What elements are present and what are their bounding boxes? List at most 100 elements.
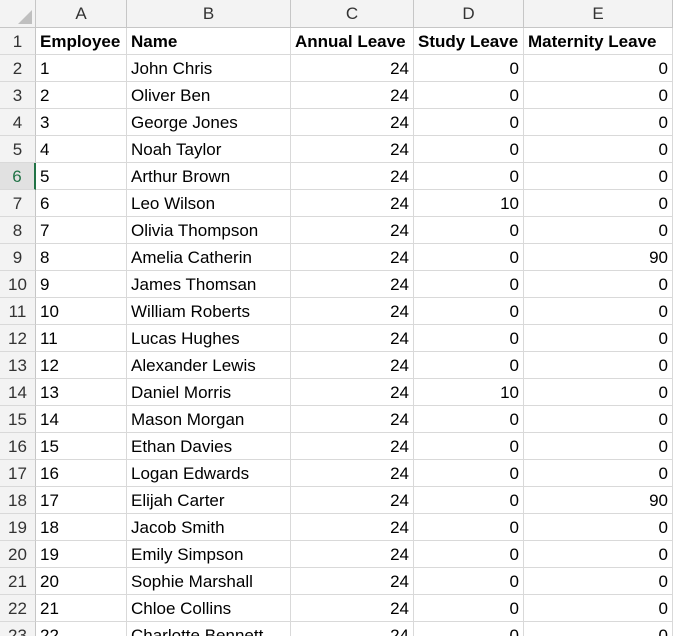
cell-employee[interactable]: 2	[36, 82, 127, 109]
column-header-d[interactable]: D	[414, 0, 524, 28]
row-header[interactable]: 8	[0, 217, 36, 244]
cell-study-leave[interactable]: 0	[414, 244, 524, 271]
cell-maternity-leave[interactable]: 0	[524, 352, 673, 379]
cell-study-leave[interactable]: 0	[414, 514, 524, 541]
cell-maternity-leave[interactable]: 0	[524, 325, 673, 352]
cell-employee[interactable]: 10	[36, 298, 127, 325]
cell-annual-leave[interactable]: 24	[291, 460, 414, 487]
row-header[interactable]: 11	[0, 298, 36, 325]
row-header[interactable]: 18	[0, 487, 36, 514]
cell-study-leave[interactable]: 0	[414, 433, 524, 460]
cell-name[interactable]: Jacob Smith	[127, 514, 291, 541]
row-header[interactable]: 15	[0, 406, 36, 433]
cell-study-leave[interactable]: 10	[414, 379, 524, 406]
cell-name[interactable]: John Chris	[127, 55, 291, 82]
row-header[interactable]: 17	[0, 460, 36, 487]
cell-study-leave[interactable]: 0	[414, 109, 524, 136]
cell-maternity-leave[interactable]: 0	[524, 406, 673, 433]
row-header[interactable]: 6	[0, 163, 36, 190]
header-cell-maternity-leave[interactable]: Maternity Leave	[524, 28, 673, 55]
cell-study-leave[interactable]: 0	[414, 325, 524, 352]
cell-maternity-leave[interactable]: 90	[524, 487, 673, 514]
row-header[interactable]: 16	[0, 433, 36, 460]
cell-employee[interactable]: 11	[36, 325, 127, 352]
select-all-button[interactable]	[0, 0, 36, 28]
cell-employee[interactable]: 1	[36, 55, 127, 82]
row-header[interactable]: 1	[0, 28, 36, 55]
cell-maternity-leave[interactable]: 0	[524, 136, 673, 163]
cell-annual-leave[interactable]: 24	[291, 622, 414, 636]
cell-name[interactable]: Mason Morgan	[127, 406, 291, 433]
cell-name[interactable]: Elijah Carter	[127, 487, 291, 514]
cell-employee[interactable]: 20	[36, 568, 127, 595]
row-header[interactable]: 23	[0, 622, 36, 636]
cell-employee[interactable]: 14	[36, 406, 127, 433]
cell-name[interactable]: Chloe Collins	[127, 595, 291, 622]
row-header[interactable]: 3	[0, 82, 36, 109]
cell-maternity-leave[interactable]: 0	[524, 271, 673, 298]
cell-annual-leave[interactable]: 24	[291, 595, 414, 622]
cell-employee[interactable]: 15	[36, 433, 127, 460]
header-cell-annual-leave[interactable]: Annual Leave	[291, 28, 414, 55]
row-header[interactable]: 4	[0, 109, 36, 136]
cell-study-leave[interactable]: 0	[414, 352, 524, 379]
cell-name[interactable]: Ethan Davies	[127, 433, 291, 460]
cell-annual-leave[interactable]: 24	[291, 55, 414, 82]
cell-study-leave[interactable]: 0	[414, 217, 524, 244]
cell-annual-leave[interactable]: 24	[291, 541, 414, 568]
cell-name[interactable]: Leo Wilson	[127, 190, 291, 217]
cell-name[interactable]: Emily Simpson	[127, 541, 291, 568]
cell-maternity-leave[interactable]: 0	[524, 541, 673, 568]
cell-annual-leave[interactable]: 24	[291, 325, 414, 352]
cell-annual-leave[interactable]: 24	[291, 163, 414, 190]
cell-annual-leave[interactable]: 24	[291, 514, 414, 541]
cell-maternity-leave[interactable]: 0	[524, 595, 673, 622]
cell-maternity-leave[interactable]: 0	[524, 109, 673, 136]
cell-maternity-leave[interactable]: 0	[524, 433, 673, 460]
cell-maternity-leave[interactable]: 0	[524, 55, 673, 82]
cell-maternity-leave[interactable]: 0	[524, 514, 673, 541]
cell-study-leave[interactable]: 0	[414, 622, 524, 636]
cell-employee[interactable]: 3	[36, 109, 127, 136]
cell-name[interactable]: George Jones	[127, 109, 291, 136]
header-cell-study-leave[interactable]: Study Leave	[414, 28, 524, 55]
cell-name[interactable]: Daniel Morris	[127, 379, 291, 406]
cell-maternity-leave[interactable]: 0	[524, 460, 673, 487]
cell-maternity-leave[interactable]: 0	[524, 379, 673, 406]
cell-employee[interactable]: 8	[36, 244, 127, 271]
row-header[interactable]: 14	[0, 379, 36, 406]
cell-maternity-leave[interactable]: 0	[524, 190, 673, 217]
cell-name[interactable]: James Thomsan	[127, 271, 291, 298]
column-header-c[interactable]: C	[291, 0, 414, 28]
cell-annual-leave[interactable]: 24	[291, 487, 414, 514]
cell-annual-leave[interactable]: 24	[291, 379, 414, 406]
row-header[interactable]: 12	[0, 325, 36, 352]
cell-name[interactable]: William Roberts	[127, 298, 291, 325]
cell-employee[interactable]: 17	[36, 487, 127, 514]
cell-annual-leave[interactable]: 24	[291, 298, 414, 325]
cell-employee[interactable]: 19	[36, 541, 127, 568]
row-header[interactable]: 9	[0, 244, 36, 271]
row-header[interactable]: 21	[0, 568, 36, 595]
cell-employee[interactable]: 9	[36, 271, 127, 298]
cell-annual-leave[interactable]: 24	[291, 271, 414, 298]
column-header-a[interactable]: A	[36, 0, 127, 28]
row-header[interactable]: 5	[0, 136, 36, 163]
cell-employee[interactable]: 21	[36, 595, 127, 622]
cell-annual-leave[interactable]: 24	[291, 82, 414, 109]
cell-employee[interactable]: 13	[36, 379, 127, 406]
cell-study-leave[interactable]: 0	[414, 460, 524, 487]
column-header-b[interactable]: B	[127, 0, 291, 28]
cell-name[interactable]: Oliver Ben	[127, 82, 291, 109]
cell-study-leave[interactable]: 0	[414, 163, 524, 190]
column-header-e[interactable]: E	[524, 0, 673, 28]
cell-annual-leave[interactable]: 24	[291, 136, 414, 163]
row-header[interactable]: 22	[0, 595, 36, 622]
cell-annual-leave[interactable]: 24	[291, 190, 414, 217]
cell-employee[interactable]: 6	[36, 190, 127, 217]
header-cell-employee[interactable]: Employee	[36, 28, 127, 55]
cell-maternity-leave[interactable]: 0	[524, 622, 673, 636]
cell-maternity-leave[interactable]: 0	[524, 568, 673, 595]
row-header[interactable]: 7	[0, 190, 36, 217]
cell-study-leave[interactable]: 0	[414, 82, 524, 109]
